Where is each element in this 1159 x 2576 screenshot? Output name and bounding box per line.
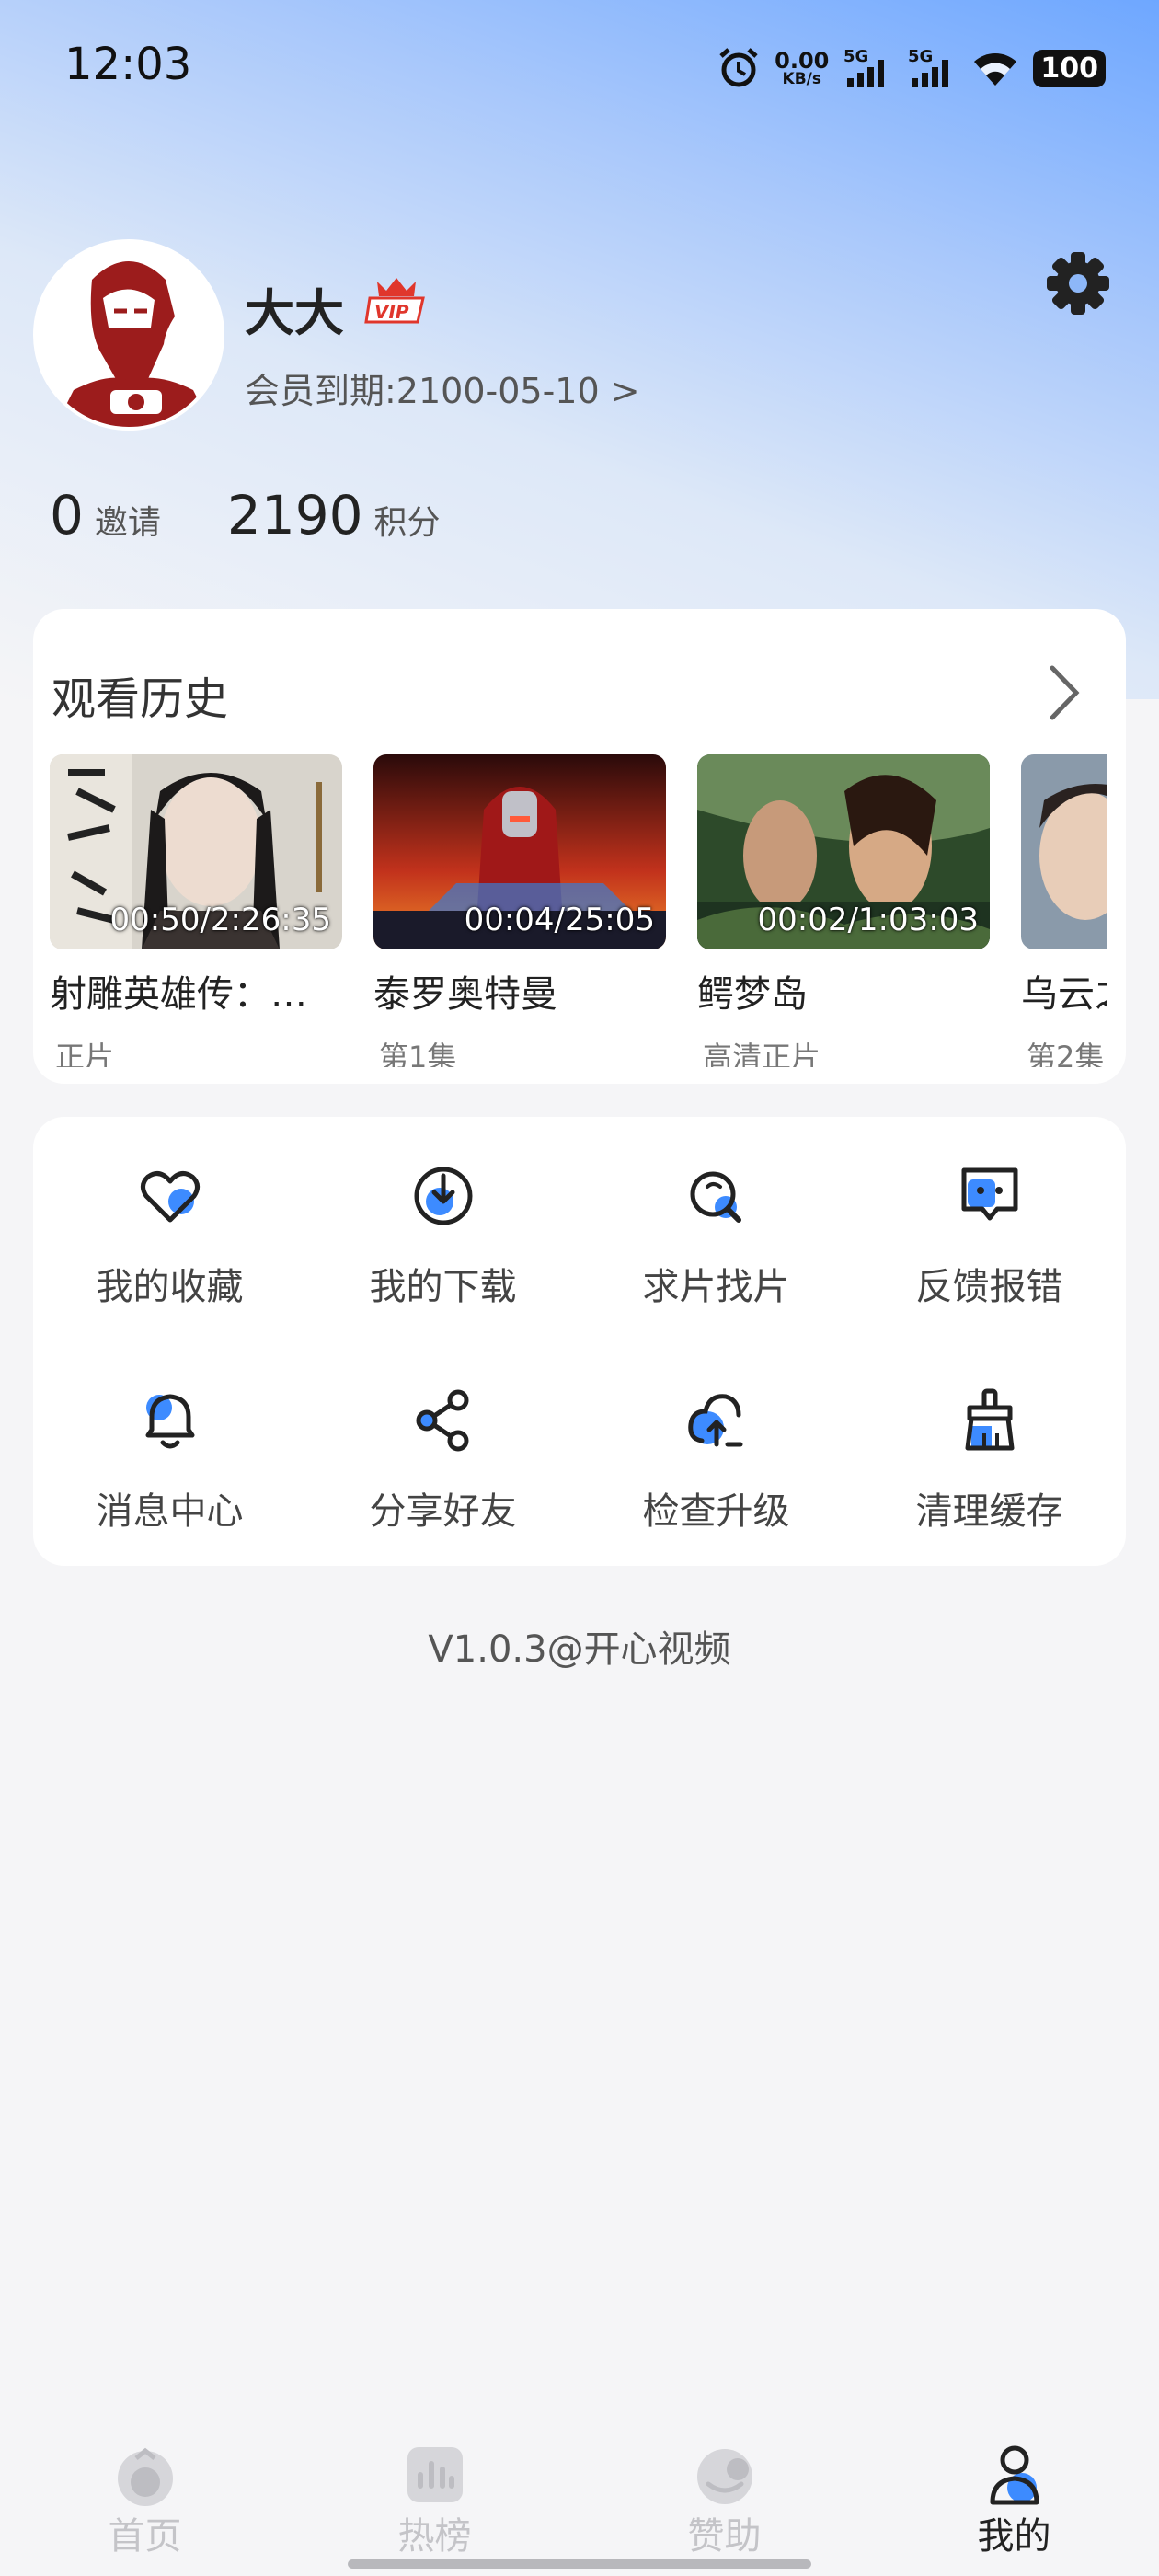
- history-item[interactable]: 乌云之 第2集: [1021, 754, 1107, 1067]
- nav-label-home: 首页: [108, 2515, 182, 2558]
- member-expiry-link[interactable]: 会员到期:2100-05-10 >: [245, 362, 640, 413]
- history-thumbnail[interactable]: 00:04/25:05: [373, 754, 666, 949]
- share-icon: [416, 1389, 468, 1452]
- chevron-right-icon[interactable]: [1036, 661, 1091, 725]
- share-button[interactable]: 分享好友: [306, 1386, 580, 1570]
- stats-row: 0 邀请 2190 积分: [50, 484, 441, 546]
- check-update-label: 检查升级: [642, 1490, 790, 1533]
- history-thumbnail[interactable]: 00:02/1:03:03: [697, 754, 990, 949]
- bottom-navigation: 首页 热榜 赞助 我的: [0, 2410, 1159, 2576]
- nav-tab-mine[interactable]: 我的: [869, 2410, 1159, 2576]
- thumbnail-image: [1021, 754, 1107, 949]
- wifi-icon: [974, 53, 1017, 86]
- chart-icon: [407, 2447, 463, 2502]
- status-bar: 12:03 0.00 KB/s 5G 5G 100: [0, 0, 1159, 138]
- messages-label: 消息中心: [96, 1490, 244, 1533]
- history-item-title: 泰罗奥特曼: [373, 973, 557, 1016]
- alarm-icon: [719, 48, 758, 87]
- signal-5g-icon: 5G: [843, 47, 885, 87]
- heart-icon: [140, 1170, 200, 1223]
- vip-label: VIP: [374, 301, 409, 323]
- home-indicator[interactable]: [348, 2559, 811, 2569]
- request-video-button[interactable]: 求片找片: [580, 1161, 853, 1386]
- history-item-title: 鳄梦岛: [697, 973, 808, 1016]
- clear-cache-label: 清理缓存: [915, 1490, 1063, 1533]
- history-item-title: 乌云之: [1021, 973, 1107, 1016]
- function-card: 我的收藏 我的下载 求片找片 反馈报错 消息中心 分享好友 检查升级 清理缓存: [33, 1117, 1126, 1566]
- app-version: V1.0.3@开心视频: [428, 1628, 731, 1671]
- bell-icon: [145, 1394, 194, 1449]
- feedback-icon: [961, 1167, 1017, 1221]
- avatar[interactable]: [33, 239, 224, 431]
- nav-label-hot: 热榜: [397, 2515, 472, 2558]
- status-time: 12:03: [64, 39, 192, 90]
- favorites-button[interactable]: 我的收藏: [33, 1161, 306, 1386]
- history-thumbnail[interactable]: 00:50/2:26:35: [50, 754, 342, 949]
- history-item-subtitle: 高清正片: [703, 1040, 821, 1067]
- watch-history-card: 观看历史 00:50/2:26:35 射雕英雄传：… 正片 00:04/25:0…: [33, 609, 1126, 1084]
- messages-button[interactable]: 消息中心: [33, 1386, 306, 1570]
- clear-cache-button[interactable]: 清理缓存: [853, 1386, 1126, 1570]
- history-item-subtitle: 第1集: [379, 1040, 457, 1067]
- request-video-label: 求片找片: [642, 1266, 790, 1308]
- home-icon: [117, 2447, 173, 2506]
- history-item-title: 射雕英雄传：…: [50, 973, 307, 1016]
- search-icon: [690, 1171, 741, 1223]
- history-item[interactable]: 00:50/2:26:35 射雕英雄传：… 正片: [50, 754, 342, 1067]
- favorites-label: 我的收藏: [96, 1266, 244, 1308]
- profile-icon: [990, 2445, 1039, 2505]
- history-item[interactable]: 00:04/25:05 泰罗奥特曼 第1集: [373, 754, 666, 1067]
- history-progress: 00:50/2:26:35: [109, 902, 331, 938]
- points-count[interactable]: 2190: [227, 484, 363, 546]
- check-update-button[interactable]: 检查升级: [580, 1386, 853, 1570]
- sponsor-icon: [696, 2449, 752, 2504]
- vip-crown-badge: VIP: [364, 278, 425, 324]
- nav-tab-sponsor[interactable]: 赞助: [580, 2410, 869, 2576]
- share-label: 分享好友: [369, 1490, 517, 1533]
- downloads-button[interactable]: 我的下载: [306, 1161, 580, 1386]
- history-item[interactable]: 00:02/1:03:03 鳄梦岛 高清正片: [697, 754, 990, 1067]
- function-grid: 我的收藏 我的下载 求片找片 反馈报错 消息中心 分享好友 检查升级 清理缓存: [33, 1161, 1126, 1570]
- download-icon: [414, 1167, 472, 1225]
- net-speed-value: 0.00: [775, 47, 830, 74]
- battery-indicator: 100: [1033, 49, 1106, 87]
- signal-5g-icon-2: 5G: [908, 47, 949, 87]
- history-progress: 00:04/25:05: [464, 902, 655, 938]
- invite-label[interactable]: 邀请: [95, 496, 161, 544]
- settings-gear-icon[interactable]: [1043, 248, 1113, 318]
- points-label[interactable]: 积分: [374, 496, 441, 544]
- upgrade-icon: [687, 1394, 742, 1447]
- net-speed-unit: KB/s: [782, 69, 821, 88]
- nav-label-mine: 我的: [977, 2515, 1051, 2558]
- history-thumbnail[interactable]: [1021, 754, 1107, 949]
- history-item-subtitle: 正片: [55, 1040, 115, 1067]
- history-list: 00:50/2:26:35 射雕英雄传：… 正片 00:04/25:05 泰罗奥…: [50, 754, 1107, 1067]
- net-speed: 0.00 KB/s: [775, 50, 829, 87]
- nav-tab-home[interactable]: 首页: [0, 2410, 290, 2576]
- history-progress: 00:02/1:03:03: [757, 902, 979, 938]
- invite-count[interactable]: 0: [50, 484, 84, 546]
- history-item-subtitle: 第2集: [1027, 1040, 1105, 1067]
- signal-5g-label-2: 5G: [908, 47, 933, 66]
- brush-icon: [965, 1388, 1014, 1451]
- username: 大大: [245, 284, 344, 342]
- nav-label-sponsor: 赞助: [687, 2515, 762, 2558]
- nav-tab-hot[interactable]: 热榜: [290, 2410, 580, 2576]
- signal-5g-label: 5G: [843, 47, 868, 66]
- status-icons: 0.00 KB/s 5G 5G 100: [717, 42, 1106, 94]
- feedback-label: 反馈报错: [915, 1266, 1063, 1308]
- feedback-button[interactable]: 反馈报错: [853, 1161, 1126, 1386]
- history-title: 观看历史: [52, 673, 229, 725]
- downloads-label: 我的下载: [369, 1266, 517, 1308]
- profile-page: 12:03 0.00 KB/s 5G 5G 100 大大 VIP 会员到期:21…: [0, 0, 1159, 2576]
- avatar-image: [37, 243, 221, 427]
